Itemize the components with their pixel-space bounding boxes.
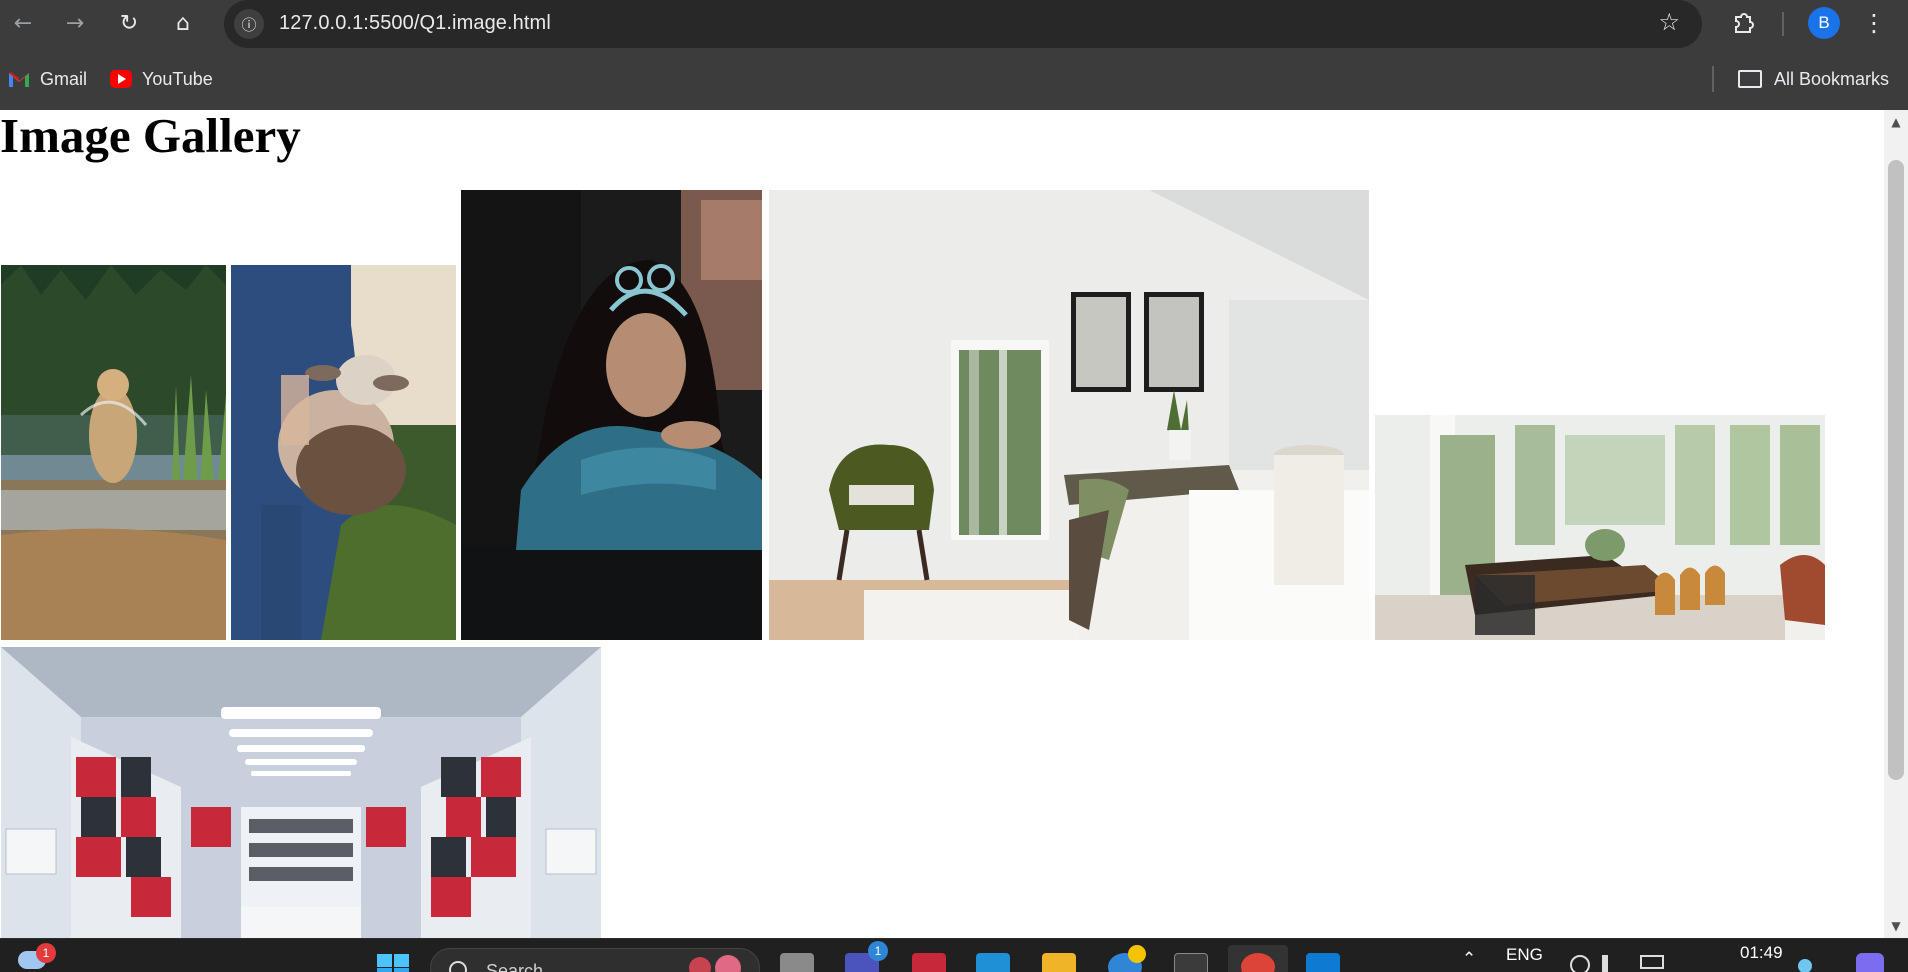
bookmark-youtube[interactable]: YouTube: [110, 64, 213, 94]
taskbar-search-label: Search: [486, 961, 544, 972]
search-highlight-icon: [689, 957, 711, 972]
woman-denim-jacket-image: [461, 190, 762, 640]
edge-badge-icon: [1128, 945, 1146, 963]
site-info-icon[interactable]: ⓘ: [234, 9, 264, 39]
bookmarks-bar: Gmail YouTube All Bookmarks: [0, 48, 1908, 110]
url-text[interactable]: 127.0.0.1:5500/Q1.image.html: [279, 12, 551, 35]
dog-in-lake-image: [1, 265, 226, 640]
battery-icon[interactable]: [1640, 955, 1664, 969]
scrollbar-thumb[interactable]: [1888, 160, 1904, 780]
forward-icon[interactable]: →: [60, 8, 90, 38]
search-icon: [449, 961, 467, 972]
address-bar[interactable]: ⓘ 127.0.0.1:5500/Q1.image.html ☆: [224, 0, 1702, 48]
terminal-icon[interactable]: [1174, 953, 1208, 972]
copilot-icon[interactable]: [1856, 953, 1884, 972]
scroll-up-icon[interactable]: ▲: [1884, 110, 1908, 134]
file-explorer-icon[interactable]: [1042, 953, 1076, 972]
search-highlight-flower-icon: [715, 955, 741, 972]
start-icon[interactable]: [376, 953, 410, 972]
teams-badge: 1: [868, 941, 888, 961]
notification-icon[interactable]: [1798, 959, 1812, 972]
back-icon[interactable]: ←: [8, 8, 38, 38]
page-scrollbar[interactable]: ▲ ▼: [1884, 110, 1908, 938]
browser-toolbar: ← → ↻ ⌂ ⓘ 127.0.0.1:5500/Q1.image.html ☆…: [0, 0, 1908, 48]
all-bookmarks-label: All Bookmarks: [1774, 68, 1890, 89]
bookmarks-divider: [1712, 66, 1714, 92]
tray-chevron-icon[interactable]: ⌃: [1462, 949, 1476, 969]
task-view-icon[interactable]: [780, 953, 814, 972]
language-indicator[interactable]: ENG: [1506, 945, 1543, 965]
taskbar-search[interactable]: Search: [430, 948, 760, 972]
mybb-icon[interactable]: [976, 953, 1010, 972]
bookmark-star-icon[interactable]: ☆: [1658, 8, 1680, 36]
home-icon[interactable]: ⌂: [168, 8, 198, 38]
reload-icon[interactable]: ↻: [114, 8, 144, 38]
page-title: Image Gallery: [0, 110, 301, 163]
scroll-down-icon[interactable]: ▼: [1884, 914, 1908, 938]
extensions-icon[interactable]: [1728, 8, 1758, 38]
goat-in-lap-image: [231, 265, 456, 640]
browser-menu-icon[interactable]: ⋮: [1862, 8, 1886, 38]
wifi-icon[interactable]: [1570, 955, 1590, 972]
windows-taskbar: 1 Search 1 ⌃ ENG 01:49: [0, 938, 1908, 972]
volume-icon[interactable]: [1602, 955, 1622, 972]
dining-room-interior-image: [1375, 415, 1825, 640]
toolbar-divider: [1782, 12, 1784, 36]
page-viewport: Image Gallery: [0, 110, 1884, 938]
bookmark-label: YouTube: [142, 68, 213, 89]
bedroom-interior-image: [769, 190, 1369, 640]
all-bookmarks-button[interactable]: All Bookmarks: [1738, 64, 1889, 94]
vscode-icon[interactable]: [1306, 953, 1340, 972]
clock-time[interactable]: 01:49: [1740, 943, 1783, 963]
app-icon-red[interactable]: [912, 953, 946, 972]
bookmark-gmail[interactable]: Gmail: [8, 64, 87, 94]
youtube-icon: [110, 70, 132, 88]
library-shelves-image: [1, 647, 601, 938]
gmail-icon: [9, 72, 29, 87]
profile-avatar[interactable]: B: [1808, 7, 1840, 39]
folder-icon: [1738, 70, 1762, 88]
bookmark-label: Gmail: [40, 68, 88, 89]
weather-badge: 1: [36, 943, 56, 963]
